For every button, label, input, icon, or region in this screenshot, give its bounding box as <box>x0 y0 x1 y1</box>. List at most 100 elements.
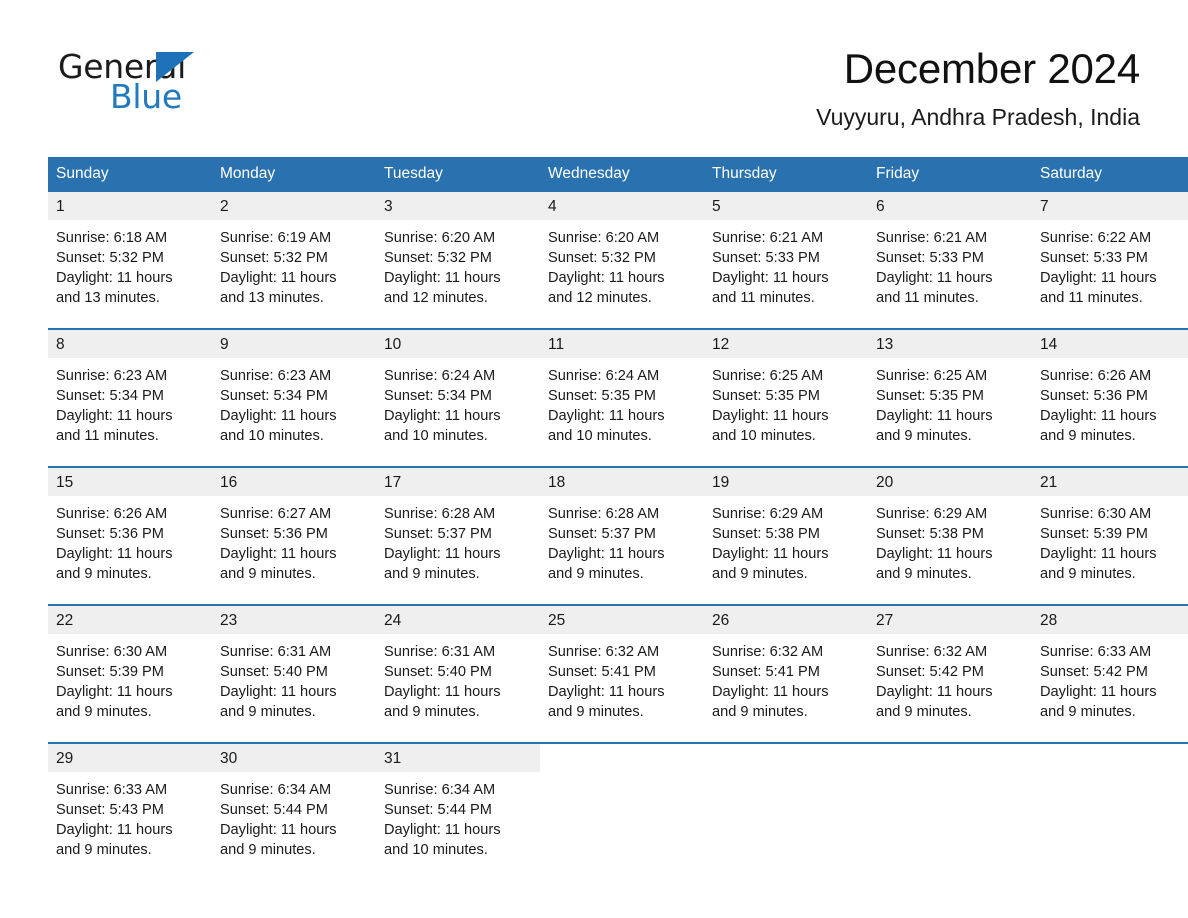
calendar-day-cell[interactable]: 13 Sunrise: 6:25 AM Sunset: 5:35 PM Dayligh… <box>868 327 1032 467</box>
calendar-day-cell[interactable]: 23 Sunrise: 6:31 AM Sunset: 5:40 PM Dayligh… <box>212 603 376 743</box>
sunrise-text: Sunrise: 6:32 AM <box>712 643 824 660</box>
day-number: 31 <box>376 743 540 772</box>
calendar-day-cell[interactable]: 9 Sunrise: 6:23 AM Sunset: 5:34 PM Daylight… <box>212 327 376 467</box>
daylight-2-text: and 9 minutes. <box>384 703 480 720</box>
calendar-week-row: 15 Sunrise: 6:26 AM Sunset: 5:36 PM Dayligh… <box>48 465 1188 605</box>
calendar-day-cell-empty <box>868 741 1032 880</box>
calendar-day-cell[interactable]: 20 Sunrise: 6:29 AM Sunset: 5:38 PM Dayligh… <box>868 465 1032 605</box>
calendar-day-cell[interactable]: 27 Sunrise: 6:32 AM Sunset: 5:42 PM Dayligh… <box>868 603 1032 743</box>
sunrise-text: Sunrise: 6:25 AM <box>876 367 988 384</box>
daylight-2-text: and 9 minutes. <box>548 703 644 720</box>
daylight-2-text: and 9 minutes. <box>712 703 808 720</box>
sunset-text: Sunset: 5:32 PM <box>220 249 328 266</box>
calendar-day-cell[interactable]: 19 Sunrise: 6:29 AM Sunset: 5:38 PM Dayligh… <box>704 465 868 605</box>
daylight-1-text: Daylight: 11 hours <box>876 683 993 700</box>
daylight-1-text: Daylight: 11 hours <box>384 821 501 838</box>
day-details: Sunrise: 6:33 AM Sunset: 5:42 PM Daylight:… <box>1032 634 1188 742</box>
day-details: Sunrise: 6:32 AM Sunset: 5:41 PM Daylight:… <box>704 634 868 742</box>
sunset-text: Sunset: 5:42 PM <box>1040 663 1148 680</box>
calendar-day-cell[interactable]: 25 Sunrise: 6:32 AM Sunset: 5:41 PM Dayligh… <box>540 603 704 743</box>
calendar-header-row: Sunday Monday Tuesday Wednesday Thursday… <box>48 156 1188 192</box>
calendar-day-cell[interactable]: 17 Sunrise: 6:28 AM Sunset: 5:37 PM Dayligh… <box>376 465 540 605</box>
logo-text-blue: Blue <box>110 77 182 116</box>
daylight-2-text: and 9 minutes. <box>712 565 808 582</box>
calendar-day-cell[interactable]: 12 Sunrise: 6:25 AM Sunset: 5:35 PM Dayligh… <box>704 327 868 467</box>
daylight-2-text: and 11 minutes. <box>1040 289 1143 306</box>
daylight-2-text: and 9 minutes. <box>1040 703 1136 720</box>
calendar-day-cell[interactable]: 15 Sunrise: 6:26 AM Sunset: 5:36 PM Dayligh… <box>48 465 212 605</box>
daylight-2-text: and 11 minutes. <box>712 289 815 306</box>
calendar-day-cell[interactable]: 24 Sunrise: 6:31 AM Sunset: 5:40 PM Dayligh… <box>376 603 540 743</box>
day-number: 4 <box>540 191 704 220</box>
daylight-2-text: and 9 minutes. <box>876 703 972 720</box>
calendar-day-cell[interactable]: 1 Sunrise: 6:18 AM Sunset: 5:32 PM Daylight… <box>48 191 212 329</box>
day-number <box>540 743 704 772</box>
page-title: December 2024 <box>843 45 1140 92</box>
calendar-day-cell[interactable]: 4 Sunrise: 6:20 AM Sunset: 5:32 PM Daylight… <box>540 191 704 329</box>
calendar-day-cell[interactable]: 6 Sunrise: 6:21 AM Sunset: 5:33 PM Daylight… <box>868 191 1032 329</box>
calendar-day-cell[interactable]: 16 Sunrise: 6:27 AM Sunset: 5:36 PM Dayligh… <box>212 465 376 605</box>
daylight-2-text: and 9 minutes. <box>56 565 152 582</box>
sunset-text: Sunset: 5:34 PM <box>220 387 328 404</box>
daylight-1-text: Daylight: 11 hours <box>384 407 501 424</box>
calendar-day-cell[interactable]: 2 Sunrise: 6:19 AM Sunset: 5:32 PM Daylight… <box>212 191 376 329</box>
calendar-day-cell[interactable]: 21 Sunrise: 6:30 AM Sunset: 5:39 PM Dayligh… <box>1032 465 1188 605</box>
day-number: 5 <box>704 191 868 220</box>
sunrise-text: Sunrise: 6:33 AM <box>1040 643 1152 660</box>
daylight-2-text: and 10 minutes. <box>384 841 488 858</box>
calendar-day-cell[interactable]: 8 Sunrise: 6:23 AM Sunset: 5:34 PM Daylight… <box>48 327 212 467</box>
sunset-text: Sunset: 5:33 PM <box>876 249 984 266</box>
weekday-header-saturday: Saturday <box>1032 156 1188 192</box>
day-details: Sunrise: 6:20 AM Sunset: 5:32 PM Daylight:… <box>540 220 704 328</box>
daylight-1-text: Daylight: 11 hours <box>876 269 993 286</box>
day-number: 22 <box>48 605 212 634</box>
sunset-text: Sunset: 5:36 PM <box>220 525 328 542</box>
day-details <box>1032 772 1188 864</box>
daylight-1-text: Daylight: 11 hours <box>1040 683 1157 700</box>
day-number: 15 <box>48 467 212 496</box>
sunrise-text: Sunrise: 6:34 AM <box>384 781 496 798</box>
weekday-header-sunday: Sunday <box>48 156 212 192</box>
calendar-week-row: 1 Sunrise: 6:18 AM Sunset: 5:32 PM Daylight… <box>48 191 1188 329</box>
day-number: 28 <box>1032 605 1188 634</box>
calendar-day-cell[interactable]: 29 Sunrise: 6:33 AM Sunset: 5:43 PM Dayligh… <box>48 741 212 880</box>
calendar-day-cell-empty <box>704 741 868 880</box>
sunset-text: Sunset: 5:43 PM <box>56 801 164 818</box>
sunset-text: Sunset: 5:40 PM <box>220 663 328 680</box>
calendar-day-cell[interactable]: 22 Sunrise: 6:30 AM Sunset: 5:39 PM Dayligh… <box>48 603 212 743</box>
calendar-week-row: 8 Sunrise: 6:23 AM Sunset: 5:34 PM Daylight… <box>48 327 1188 467</box>
daylight-1-text: Daylight: 11 hours <box>876 407 993 424</box>
daylight-1-text: Daylight: 11 hours <box>876 545 993 562</box>
calendar-day-cell[interactable]: 7 Sunrise: 6:22 AM Sunset: 5:33 PM Daylight… <box>1032 191 1188 329</box>
sunrise-text: Sunrise: 6:25 AM <box>712 367 824 384</box>
calendar-day-cell[interactable]: 26 Sunrise: 6:32 AM Sunset: 5:41 PM Dayligh… <box>704 603 868 743</box>
sunrise-text: Sunrise: 6:31 AM <box>220 643 332 660</box>
daylight-2-text: and 9 minutes. <box>548 565 644 582</box>
daylight-2-text: and 9 minutes. <box>1040 565 1136 582</box>
sunrise-text: Sunrise: 6:30 AM <box>1040 505 1152 522</box>
calendar-day-cell[interactable]: 14 Sunrise: 6:26 AM Sunset: 5:36 PM Dayligh… <box>1032 327 1188 467</box>
day-number: 20 <box>868 467 1032 496</box>
daylight-1-text: Daylight: 11 hours <box>220 683 337 700</box>
sunset-text: Sunset: 5:32 PM <box>548 249 656 266</box>
daylight-1-text: Daylight: 11 hours <box>712 407 829 424</box>
sunrise-text: Sunrise: 6:22 AM <box>1040 229 1152 246</box>
calendar-day-cell[interactable]: 18 Sunrise: 6:28 AM Sunset: 5:37 PM Dayligh… <box>540 465 704 605</box>
calendar-day-cell[interactable]: 30 Sunrise: 6:34 AM Sunset: 5:44 PM Dayligh… <box>212 741 376 880</box>
day-number: 10 <box>376 329 540 358</box>
calendar-day-cell[interactable]: 10 Sunrise: 6:24 AM Sunset: 5:34 PM Dayligh… <box>376 327 540 467</box>
day-number: 11 <box>540 329 704 358</box>
calendar-day-cell[interactable]: 5 Sunrise: 6:21 AM Sunset: 5:33 PM Daylight… <box>704 191 868 329</box>
daylight-2-text: and 10 minutes. <box>220 427 324 444</box>
sunset-text: Sunset: 5:37 PM <box>384 525 492 542</box>
calendar-day-cell[interactable]: 11 Sunrise: 6:24 AM Sunset: 5:35 PM Dayligh… <box>540 327 704 467</box>
general-blue-logo: General Blue <box>48 44 228 114</box>
daylight-2-text: and 10 minutes. <box>712 427 816 444</box>
calendar-day-cell[interactable]: 28 Sunrise: 6:33 AM Sunset: 5:42 PM Dayligh… <box>1032 603 1188 743</box>
daylight-2-text: and 13 minutes. <box>220 289 324 306</box>
day-number: 21 <box>1032 467 1188 496</box>
calendar-day-cell[interactable]: 31 Sunrise: 6:34 AM Sunset: 5:44 PM Dayligh… <box>376 741 540 880</box>
sunset-text: Sunset: 5:44 PM <box>384 801 492 818</box>
daylight-1-text: Daylight: 11 hours <box>712 545 829 562</box>
calendar-day-cell[interactable]: 3 Sunrise: 6:20 AM Sunset: 5:32 PM Daylight… <box>376 191 540 329</box>
